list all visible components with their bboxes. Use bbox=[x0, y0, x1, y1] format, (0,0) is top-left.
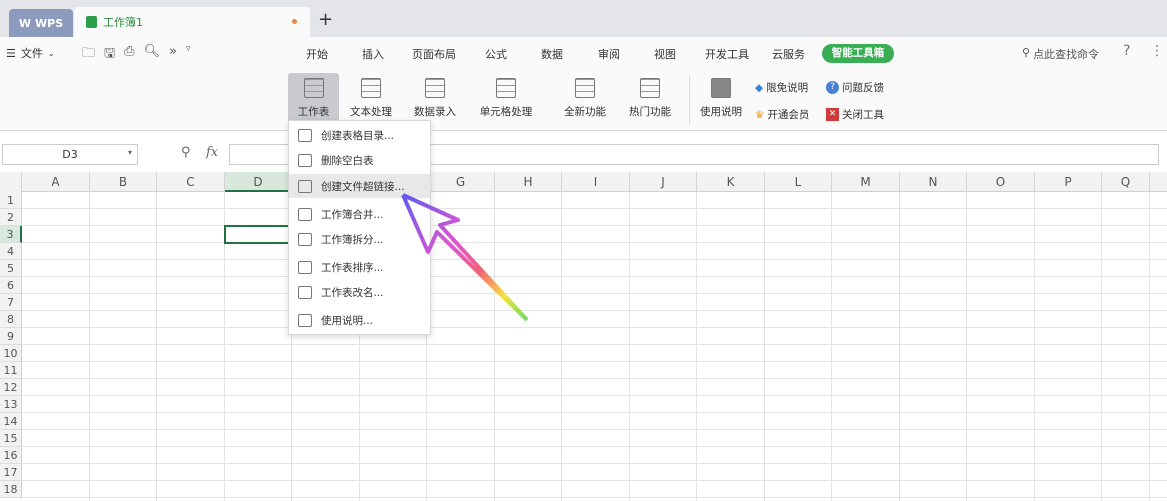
annotation-arrow bbox=[401, 193, 529, 322]
arrow-icon bbox=[401, 193, 529, 322]
